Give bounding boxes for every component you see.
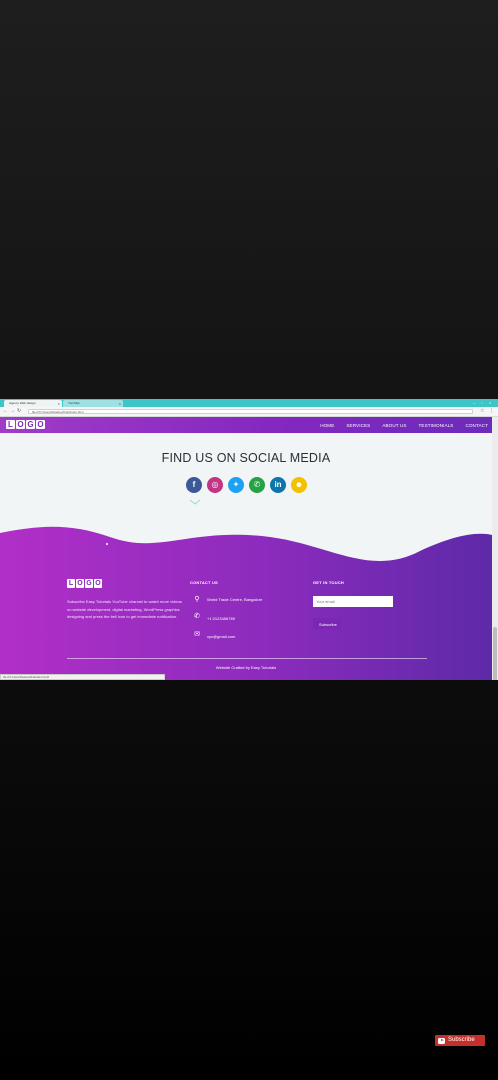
logo-letter: L [6,420,15,429]
social-icons-row: f ◎ ✦ ✆ in ☻ [186,477,307,493]
snapchat-icon[interactable]: ☻ [291,477,307,493]
nav-home[interactable]: HOME [320,423,334,428]
scrollbar-thumb[interactable] [493,627,497,680]
logo-letter: O [16,420,25,429]
nav-contact[interactable]: CONTACT [465,423,488,428]
social-heading: FIND US ON SOCIAL MEDIA [161,451,331,465]
logo-letter: G [26,420,35,429]
whatsapp-icon[interactable]: ✆ [249,477,265,493]
tab-inactive[interactable]: YouTube × [63,400,123,407]
url-field[interactable]: file:///C:/Users/Desktop/final/index.htm… [28,409,473,414]
logo-letter: O [76,579,84,588]
minimize-icon[interactable]: – [473,399,475,406]
close-window-icon[interactable]: × [489,399,491,406]
logo-letter: O [36,420,45,429]
newsletter-email-input[interactable] [313,596,393,607]
footer-logo[interactable]: L O G O [67,579,102,588]
mouse-cursor [106,543,108,545]
phone-icon: ✆ [194,613,200,620]
nav-testimonials[interactable]: TESTIMONIALS [419,423,454,428]
tab-label: Agency Web design [9,401,36,405]
twitter-icon[interactable]: ✦ [228,477,244,493]
contact-email: xyz@gmail.com [207,634,236,639]
tab-active[interactable]: Agency Web design × [4,400,62,407]
linkedin-icon[interactable]: in [270,477,286,493]
contact-address: World Trade Centre, Bangalore [207,597,263,602]
address-bar-row: ← → ↻ file:///C:/Users/Desktop/final/ind… [0,407,498,417]
chevron-down-icon [189,499,201,505]
contact-phone: +1 0123456789 [207,616,235,621]
tab-label: YouTube [68,401,80,405]
browser-tab-bar: Agency Web design × YouTube × – ▫ × [0,399,498,407]
logo-letter: O [94,579,102,588]
site-navbar: L O G O HOME SERVICES ABOUT US TESTIMONI… [0,417,492,433]
subscribe-label: Subscribe [448,1037,475,1043]
scrollbar[interactable] [492,417,498,680]
facebook-icon[interactable]: f [186,477,202,493]
back-icon[interactable]: ← [3,408,8,415]
nav-services[interactable]: SERVICES [346,423,370,428]
close-tab-icon[interactable]: × [58,400,60,407]
star-icon[interactable]: ☆ [480,408,484,415]
reload-icon[interactable]: ↻ [17,408,21,415]
contact-heading: CONTACT US [190,580,218,585]
menu-icon[interactable]: ⋮ [489,408,494,415]
footer-about-text: Subscribe Easy Tutorials YouTube channel… [67,599,182,620]
nav-about-us[interactable]: ABOUT US [382,423,406,428]
logo-letter: G [85,579,93,588]
footer-divider [67,658,427,659]
close-tab-icon[interactable]: × [119,400,121,407]
map-marker-icon: ⚲ [194,596,200,603]
play-icon [438,1037,445,1044]
site-logo[interactable]: L O G O [6,420,45,429]
main-menu: HOME SERVICES ABOUT US TESTIMONIALS CONT… [320,417,488,433]
forward-icon[interactable]: → [10,408,15,415]
instagram-icon[interactable]: ◎ [207,477,223,493]
envelope-icon: ✉ [194,631,200,638]
footer-credit: Website Crafted by Easy Tutorials [215,665,277,670]
logo-letter: L [67,579,75,588]
get-in-touch-heading: GET IN TOUCH [313,580,344,585]
status-bar-url: file:///C:/Users/Desktop/final/index.htm… [0,674,165,680]
maximize-icon[interactable]: ▫ [481,399,482,406]
youtube-subscribe-button[interactable]: Subscribe [435,1035,485,1046]
browser-window: Agency Web design × YouTube × – ▫ × ← → … [0,399,498,680]
subscribe-button[interactable]: Subscribe [313,618,341,629]
